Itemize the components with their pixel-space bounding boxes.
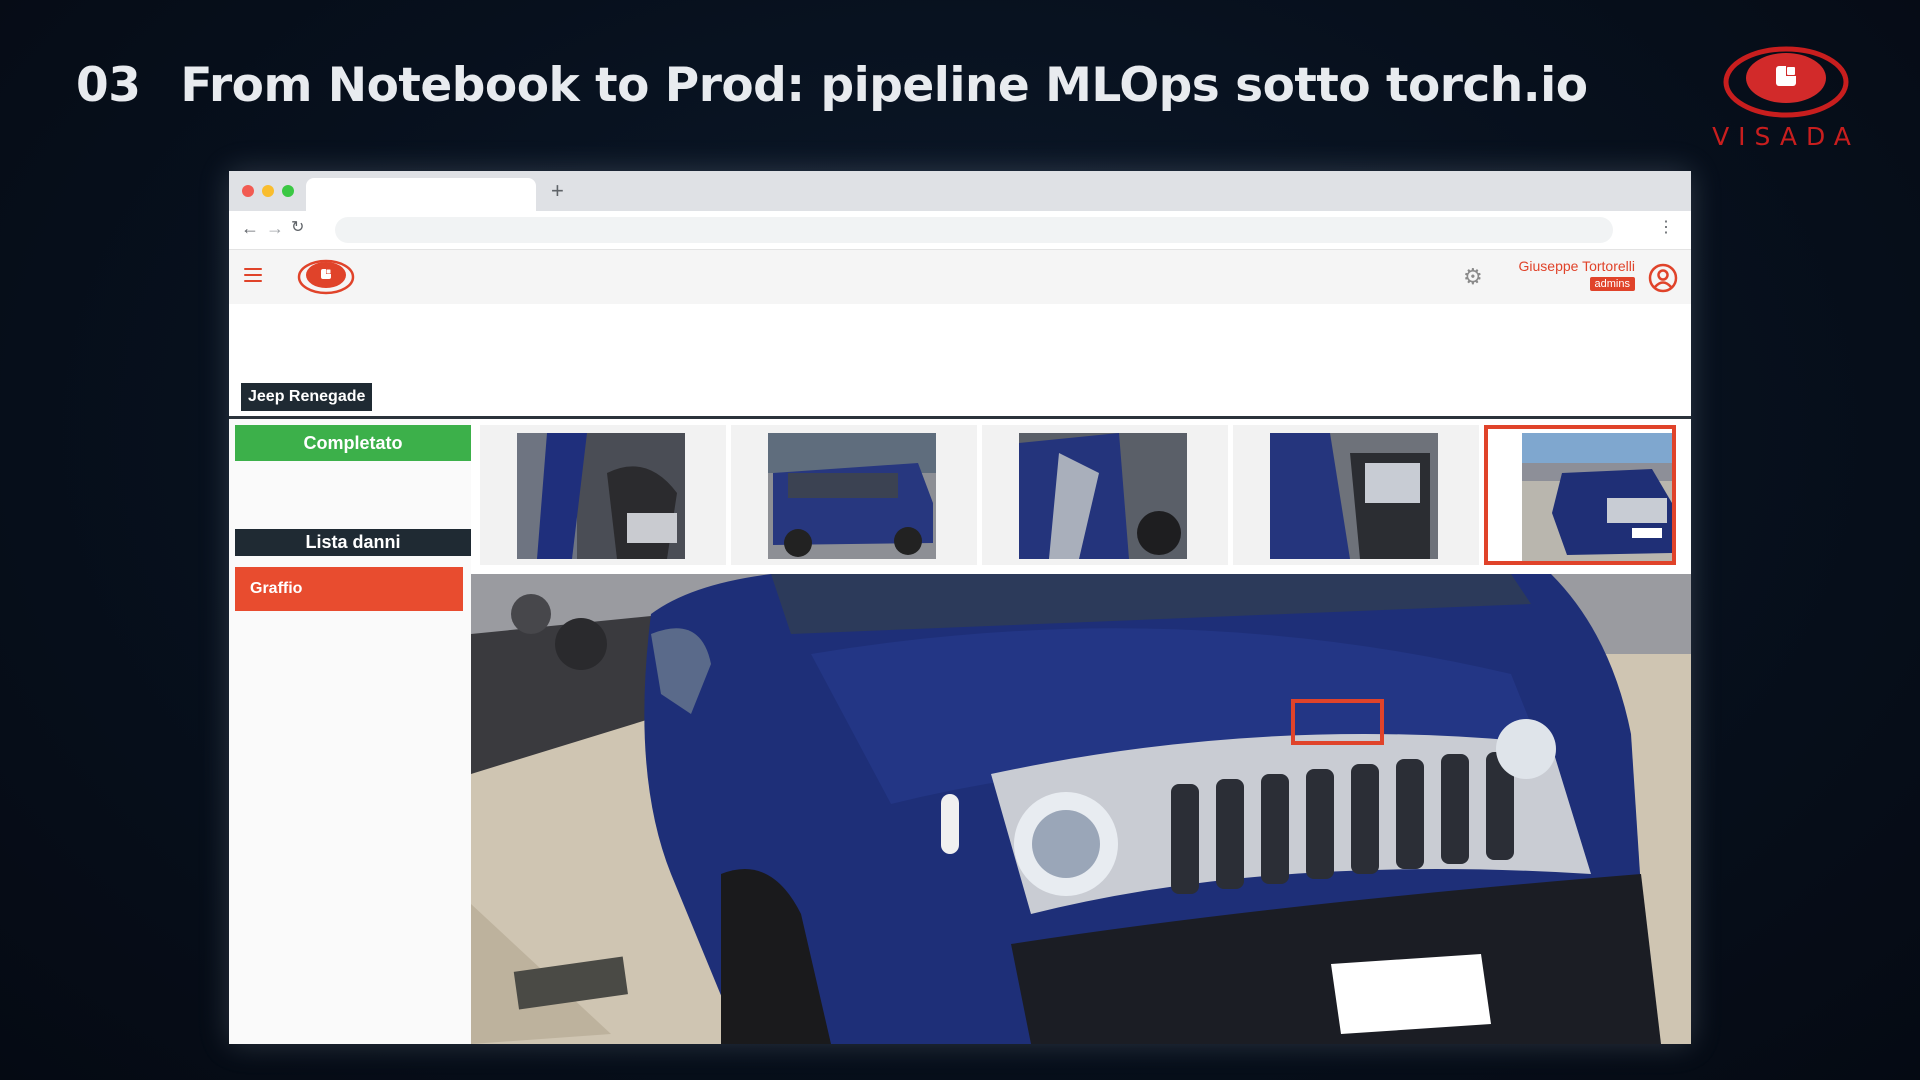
hamburger-menu-icon[interactable]	[244, 268, 262, 282]
forward-icon[interactable]: →	[266, 218, 284, 238]
thumbnail-image-door	[1019, 433, 1187, 559]
damage-item-scratch[interactable]: Graffio	[235, 567, 463, 611]
browser-tab[interactable]	[306, 178, 536, 211]
user-role-badge: admins	[1589, 277, 1635, 291]
visada-logo: VISADA	[1706, 42, 1866, 154]
thumbnail-image-side	[768, 433, 936, 559]
damage-sidebar: Completato Lista danni Graffio	[229, 419, 471, 1044]
address-bar[interactable]	[335, 217, 1613, 243]
damage-list-header: Lista danni	[235, 529, 471, 556]
vehicle-model-tag: Jeep Renegade	[241, 383, 373, 411]
reload-icon[interactable]: ↻	[291, 218, 304, 238]
thumbnail-2[interactable]	[731, 425, 977, 565]
main-car-photo[interactable]	[471, 574, 1691, 1044]
window-minimize-dot[interactable]	[262, 185, 274, 197]
back-icon[interactable]: ←	[241, 218, 259, 238]
window-maximize-dot[interactable]	[282, 185, 294, 197]
thumbnail-3[interactable]	[982, 425, 1228, 565]
user-avatar-icon[interactable]	[1648, 263, 1678, 293]
browser-toolbar: ← → ↻ ⋮	[229, 211, 1691, 250]
slide-heading: From Notebook to Prod: pipeline MLOps so…	[180, 58, 1588, 113]
user-name[interactable]: Giuseppe Tortorelli	[1519, 258, 1635, 274]
status-completed-button[interactable]: Completato	[235, 425, 471, 461]
browser-menu-icon[interactable]: ⋮	[1658, 219, 1674, 237]
app-logo[interactable]	[296, 258, 356, 296]
slide-title: 03 From Notebook to Prod: pipeline MLOps …	[76, 58, 1588, 113]
app-header: ⚙ Giuseppe Tortorelli admins	[229, 250, 1691, 304]
browser-tab-bar: +	[229, 171, 1691, 211]
thumbnail-1[interactable]	[480, 425, 726, 565]
thumbnail-4[interactable]	[1233, 425, 1479, 565]
new-tab-button[interactable]: +	[551, 179, 564, 203]
slide-number: 03	[76, 58, 141, 113]
search-placeholder-box	[246, 313, 556, 369]
car-photo-image	[471, 574, 1691, 1044]
settings-gear-icon[interactable]: ⚙	[1463, 265, 1483, 289]
thumbnail-5-selected[interactable]	[1484, 425, 1676, 565]
thumbnail-image-front	[1522, 433, 1672, 561]
thumbnail-image-open-door	[1270, 433, 1438, 559]
logo-detection-box[interactable]	[1291, 699, 1384, 745]
browser-window: + ← → ↻ ⋮ ⚙ Giuseppe Tortorelli admins J…	[229, 171, 1691, 1044]
window-close-dot[interactable]	[242, 185, 254, 197]
photo-thumbnail-strip	[471, 419, 1691, 565]
visada-logo-mark	[1723, 46, 1849, 118]
logo-text: VISADA	[1712, 122, 1860, 151]
thumbnail-image-interior	[517, 433, 685, 559]
